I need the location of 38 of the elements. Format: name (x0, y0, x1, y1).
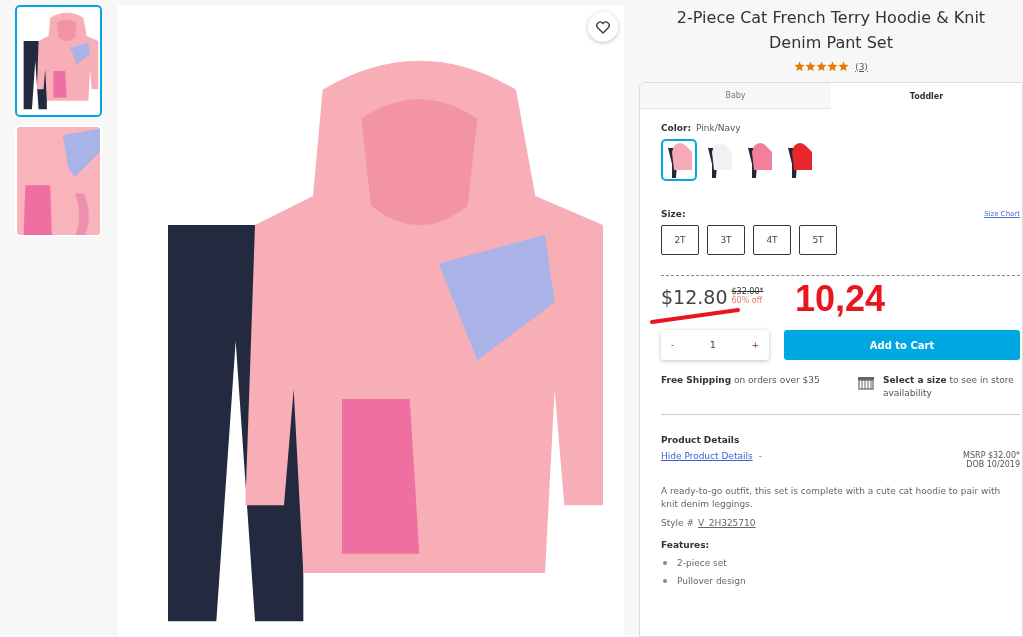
product-description: A ready-to-go outfit, this set is complete with a cute cat hoodie to pair with knit denim leggings. (661, 485, 1002, 511)
discount-label: 60% off (731, 296, 764, 305)
favorite-button[interactable] (588, 12, 618, 42)
bullet-icon (663, 579, 667, 583)
size-option[interactable]: 5T (799, 225, 837, 255)
store-icon (857, 376, 875, 390)
color-swatch[interactable] (661, 139, 697, 181)
dob-text: DOB 10/2019 (966, 460, 1020, 469)
thumbnail-image[interactable] (15, 5, 102, 117)
increase-button[interactable]: + (745, 336, 765, 354)
product-title: 2-Piece Cat French Terry Hoodie & Knit Denim Pant Set (675, 7, 987, 54)
quantity-value: 1 (710, 340, 716, 350)
hide-details-link[interactable]: Hide Product Details (661, 451, 753, 461)
reviews-link[interactable]: (3) (855, 61, 868, 72)
size-option[interactable]: 4T (753, 225, 791, 255)
original-price: $32.00* (731, 287, 764, 296)
size-label: Size: (661, 209, 686, 219)
style-label: Style # (661, 518, 694, 528)
feature-item: 2-piece set (677, 558, 727, 568)
quantity-stepper[interactable]: - 1 + (661, 330, 769, 360)
details-heading: Product Details (661, 435, 741, 445)
store-availability: Select a size to see in store availability (883, 374, 1015, 400)
decrease-button[interactable]: - (665, 336, 681, 354)
shipping-info: Free Shipping on orders over $35 (661, 374, 821, 387)
age-tab[interactable]: Baby (640, 83, 831, 109)
style-number: V_2H325710 (698, 518, 756, 528)
bullet-icon (663, 561, 667, 565)
color-label: Color: (661, 123, 692, 133)
collapse-mark: - (758, 451, 762, 461)
size-option[interactable]: 2T (661, 225, 699, 255)
feature-item: Pullover design (677, 576, 746, 586)
size-option[interactable]: 3T (707, 225, 745, 255)
sale-price: $12.80 (661, 286, 728, 308)
heart-icon (596, 20, 610, 34)
features-heading: Features: (661, 540, 711, 550)
handwritten-price: 10,24 (795, 278, 886, 320)
color-value: Pink/Navy (696, 123, 741, 133)
msrp-text: MSRP $32.00* (963, 451, 1020, 460)
